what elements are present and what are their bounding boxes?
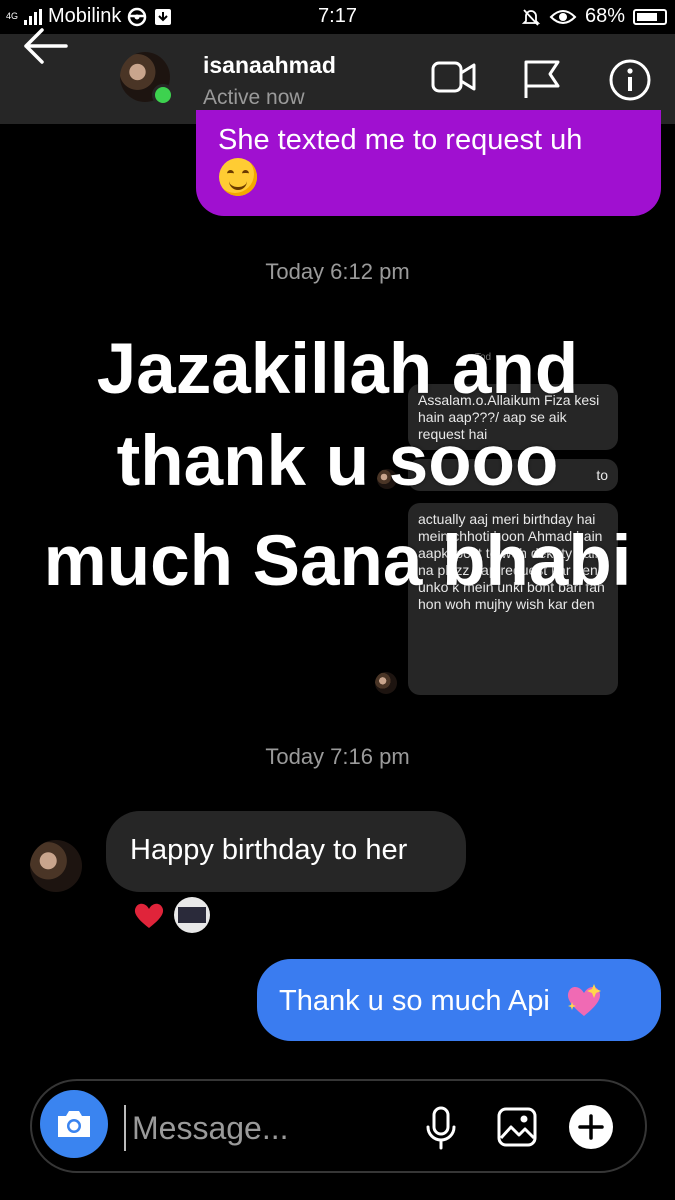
timestamp: Today 6:12 pm bbox=[265, 259, 410, 284]
overlay-caption-line: much Sana bhabi bbox=[43, 522, 632, 601]
add-icon[interactable] bbox=[568, 1104, 614, 1150]
message-text: Happy birthday to her bbox=[130, 834, 408, 866]
message-text: She texted me to request uh bbox=[218, 124, 583, 156]
camera-icon bbox=[58, 1111, 90, 1137]
sparkling-heart-emoji-icon bbox=[567, 984, 601, 1016]
smiling-face-emoji-icon bbox=[219, 158, 257, 196]
sent-message-bubble[interactable]: She texted me to request uh bbox=[196, 110, 661, 216]
screenshot-avatar bbox=[375, 672, 397, 694]
eye-icon bbox=[549, 9, 577, 24]
overlay-caption-line: thank u sooo bbox=[116, 422, 559, 501]
camera-button[interactable] bbox=[40, 1090, 108, 1158]
gallery-icon[interactable] bbox=[496, 1106, 538, 1148]
battery-level: 68% bbox=[584, 5, 625, 27]
overlay-caption-line: Jazakillah and bbox=[96, 330, 579, 409]
info-icon[interactable] bbox=[608, 58, 652, 102]
message-text-content: Thank u so much Api bbox=[279, 985, 550, 1017]
back-arrow-icon[interactable] bbox=[20, 26, 70, 66]
reaction-avatar[interactable] bbox=[174, 897, 210, 933]
battery-icon bbox=[633, 8, 667, 25]
online-indicator bbox=[152, 84, 174, 106]
heart-reaction-icon[interactable] bbox=[132, 900, 166, 930]
status-bar: 4G Mobilink 7:17 68% bbox=[0, 0, 675, 34]
flag-icon[interactable] bbox=[520, 58, 564, 102]
message-text: Thank u so much Api bbox=[279, 982, 604, 1018]
username[interactable]: isanaahmad bbox=[203, 52, 336, 79]
video-call-icon[interactable] bbox=[430, 58, 478, 98]
received-message-bubble[interactable]: Happy birthday to her bbox=[106, 811, 466, 892]
sent-message-bubble[interactable]: Thank u so much Api bbox=[257, 959, 661, 1041]
active-status: Active now bbox=[203, 86, 305, 109]
sender-avatar[interactable] bbox=[30, 840, 82, 892]
bell-muted-icon bbox=[521, 8, 541, 26]
message-input[interactable] bbox=[124, 1105, 412, 1151]
microphone-icon[interactable] bbox=[424, 1105, 458, 1151]
status-right: 68% bbox=[521, 5, 667, 28]
timestamp: Today 7:16 pm bbox=[265, 744, 410, 769]
